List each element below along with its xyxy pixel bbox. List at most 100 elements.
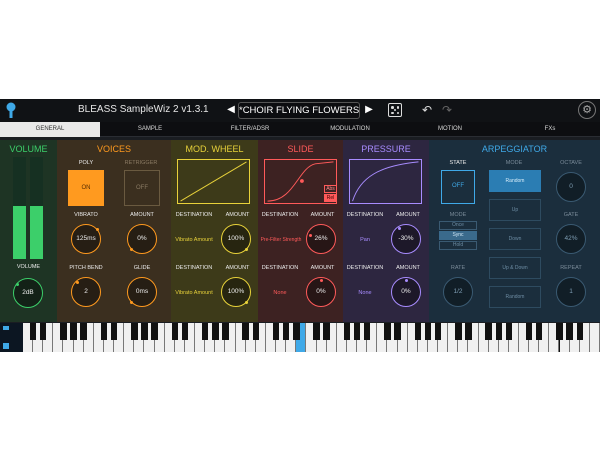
piano-black-key[interactable] [505, 323, 513, 340]
arp-mode2-option-hold[interactable]: Hold [439, 241, 477, 250]
slide-amount-1-knob[interactable]: 26% [306, 224, 336, 254]
arp-gate-knob[interactable]: 42% [556, 224, 586, 254]
next-preset-button[interactable]: ▶ [363, 103, 375, 117]
pressure-amount-1-indicator [398, 227, 401, 230]
piano-black-key[interactable] [353, 323, 361, 340]
preset-name-display[interactable]: *CHOIR FLYING FLOWERS [238, 102, 360, 119]
piano-black-key[interactable] [485, 323, 492, 340]
piano-black-key[interactable] [141, 323, 148, 340]
piano-black-key[interactable] [201, 323, 209, 340]
slide-destination-1-value[interactable]: Pre-Filter Strength [258, 237, 304, 243]
mod-wheel-destination-1-value[interactable]: Vibrato Amount [171, 237, 217, 243]
piano-black-key[interactable] [212, 323, 219, 340]
slide-rel-button[interactable]: Rel [324, 194, 337, 202]
tab-bar: GENERAL SAMPLE FILTER/ADSR MODULATION MO… [0, 122, 600, 137]
arp-state-toggle-button[interactable]: OFF [441, 170, 475, 204]
previous-preset-button[interactable]: ◀ [225, 103, 237, 117]
arp-mode-option-random[interactable]: Random [489, 286, 541, 308]
slide-abs-button[interactable]: Abs [324, 185, 337, 193]
piano-black-key[interactable] [60, 323, 67, 340]
glide-knob[interactable]: 0ms [127, 277, 157, 307]
piano-black-key[interactable] [242, 323, 249, 340]
piano-keyboard[interactable] [0, 323, 600, 352]
piano-black-key[interactable] [536, 323, 543, 340]
piano-black-key[interactable] [80, 323, 87, 340]
piano-black-key[interactable] [394, 323, 401, 340]
settings-gear-icon[interactable]: ⚙ [578, 101, 596, 119]
piano-black-key[interactable] [343, 323, 351, 340]
arp-mode-option-random-selected[interactable]: Random [489, 170, 541, 192]
piano-black-key[interactable] [110, 323, 118, 340]
piano-black-key[interactable] [414, 323, 422, 340]
arp-mode2-option-once[interactable]: Once [439, 221, 477, 230]
piano-black-key[interactable] [576, 323, 583, 340]
bleass-logo-icon[interactable] [6, 102, 16, 118]
undo-icon[interactable]: ↶ [422, 102, 432, 118]
piano-black-key[interactable] [384, 323, 391, 340]
pressure-amount-1-knob[interactable]: -30% [391, 224, 421, 254]
piano-black-key[interactable] [566, 323, 573, 340]
piano-white-key[interactable] [589, 323, 600, 352]
randomize-dice-icon[interactable] [388, 103, 402, 117]
piano-black-key[interactable] [171, 323, 179, 340]
vibrato-knob[interactable]: 125ms [71, 224, 101, 254]
piano-black-key[interactable] [40, 323, 47, 340]
piano-black-key[interactable] [434, 323, 442, 340]
piano-black-key[interactable] [151, 323, 158, 340]
piano-black-key[interactable] [363, 323, 371, 340]
retrigger-toggle-button[interactable]: OFF [124, 170, 160, 206]
piano-black-key[interactable] [556, 323, 563, 340]
piano-black-key[interactable] [29, 323, 37, 340]
redo-icon[interactable]: ↷ [442, 102, 452, 118]
volume-knob[interactable]: 2dB [13, 278, 43, 308]
vibrato-amount-knob[interactable]: 0% [127, 224, 157, 254]
piano-black-key[interactable] [323, 323, 330, 340]
slide-destination-2-value[interactable]: None [258, 290, 302, 296]
arp-mode-option-up-down[interactable]: Up & Down [489, 257, 541, 279]
tab-general[interactable]: GENERAL [0, 122, 100, 137]
pressure-amount-2-indicator [405, 279, 408, 282]
piano-black-key[interactable] [455, 323, 462, 340]
pitch-bend-knob[interactable]: 2 [71, 277, 101, 307]
piano-black-key[interactable] [181, 323, 189, 340]
slide-amount-2-knob[interactable]: 0% [306, 277, 336, 307]
poly-toggle-button[interactable]: ON [68, 170, 104, 206]
sample-wiz-app: BLEASS SampleWiz 2 v1.3.1 ◀ *CHOIR FLYIN… [0, 99, 600, 352]
tab-fxs[interactable]: FXs [500, 122, 600, 137]
volume-meter-right-fill [30, 205, 43, 259]
piano-black-key[interactable] [313, 323, 320, 340]
slide-destination-1-label: DESTINATION [261, 212, 299, 218]
arp-octave-knob[interactable]: 0 [556, 172, 586, 202]
pressure-destination-2-value[interactable]: None [343, 290, 387, 296]
piano-black-key[interactable] [70, 323, 77, 340]
mod-wheel-amount-1-knob[interactable]: 100% [221, 224, 251, 254]
arp-mode-option-down[interactable]: Down [489, 228, 541, 250]
piano-black-key[interactable] [100, 323, 108, 340]
mod-wheel-amount-2-knob[interactable]: 100% [221, 277, 251, 307]
piano-black-key[interactable] [252, 323, 260, 340]
piano-black-key[interactable] [293, 323, 300, 340]
piano-black-key[interactable] [465, 323, 472, 340]
mod-wheel-curve-graph[interactable] [177, 159, 250, 204]
tab-modulation[interactable]: MODULATION [300, 122, 400, 137]
pressure-destination-1-value[interactable]: Pan [343, 237, 387, 243]
piano-black-key[interactable] [424, 323, 432, 340]
arp-repeat-knob[interactable]: 1 [556, 277, 586, 307]
tab-motion[interactable]: MOTION [400, 122, 500, 137]
tab-sample[interactable]: SAMPLE [100, 122, 200, 137]
pressure-amount-2-knob[interactable]: 0% [391, 277, 421, 307]
arp-rate-knob[interactable]: 1/2 [443, 277, 473, 307]
piano-black-key[interactable] [525, 323, 533, 340]
piano-black-key[interactable] [131, 323, 138, 340]
keyboard-octave-strip[interactable] [0, 323, 23, 352]
piano-black-key[interactable] [282, 323, 290, 340]
piano-black-key[interactable] [222, 323, 229, 340]
arp-mode-option-up[interactable]: Up [489, 199, 541, 221]
piano-black-key[interactable] [272, 323, 280, 340]
mod-wheel-destination-2-value[interactable]: Vibrato Amount [171, 290, 217, 296]
arp-mode2-option-sync[interactable]: Sync [439, 231, 477, 240]
volume-meter-right [30, 157, 43, 259]
pressure-curve-graph[interactable] [349, 159, 422, 204]
piano-black-key[interactable] [495, 323, 502, 340]
tab-filter-adsr[interactable]: FILTER/ADSR [200, 122, 300, 137]
